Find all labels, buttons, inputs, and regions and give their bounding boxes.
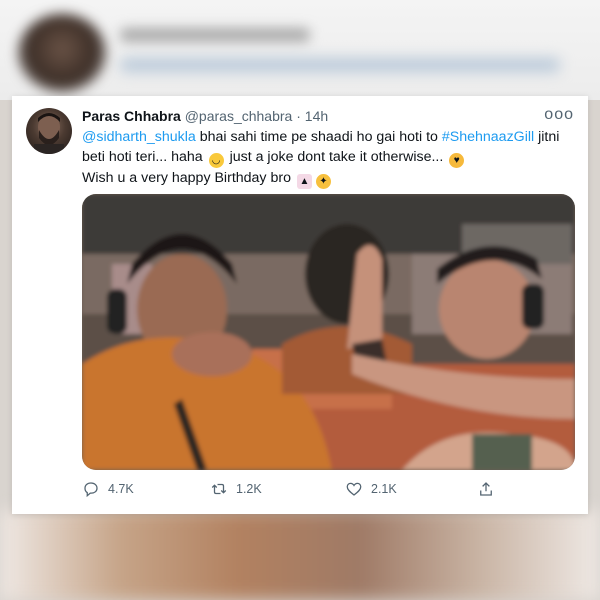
author-avatar[interactable] [26,108,72,154]
tweet-text-segment: jitni [534,129,560,145]
reply-button[interactable]: 4.7K [82,480,134,498]
retweet-button[interactable]: 1.2K [210,480,262,498]
more-options-icon[interactable]: ooo [544,106,574,124]
tweet-text: @sidharth_shukla bhai sahi time pe shaad… [82,127,572,189]
reply-icon [84,482,98,498]
tweet-text-segment: Wish u a very happy Birthday bro [82,170,291,186]
tweet-text-segment: just a joke dont take it otherwise... [229,149,444,165]
like-count: 2.1K [371,482,397,496]
partying-face-emoji-icon: ✦ [315,174,331,189]
blurred-image-strip [0,510,600,600]
author-handle[interactable]: @paras_chhabra [185,108,293,124]
share-button[interactable] [477,480,495,498]
heart-icon [346,482,362,496]
like-button[interactable]: 2.1K [345,480,397,498]
blurred-text-line [120,28,310,42]
share-icon [480,482,492,496]
retweet-icon [211,483,227,495]
tweet-actions-bar: 4.7K 1.2K 2.1K [82,480,512,500]
grinning-face-emoji-icon: ◡ [208,153,224,168]
tweet-header: Paras Chhabra @paras_chhabra · 14h ooo [82,106,574,128]
author-name[interactable]: Paras Chhabra [82,108,181,124]
tweet-timestamp[interactable]: 14h [305,108,328,124]
retweet-count: 1.2K [236,482,262,496]
blurred-avatar [18,14,106,92]
separator-dot: · [296,108,301,124]
blurred-text-line [120,58,560,72]
birthday-cake-emoji-icon: ▲ [296,174,312,189]
tweet-card: Paras Chhabra @paras_chhabra · 14h ooo @… [12,96,588,514]
tweet-text-segment: bhai sahi time pe shaadi ho gai hoti to [195,129,442,145]
reply-count: 4.7K [108,482,134,496]
smiling-face-with-hearts-emoji-icon: ♥ [449,153,465,168]
tweet-media-image[interactable] [82,194,575,470]
hashtag-link[interactable]: #ShehnaazGill [442,129,534,145]
mention-link[interactable]: @sidharth_shukla [82,129,196,145]
tweet-text-segment: beti hoti teri... haha [82,149,203,165]
